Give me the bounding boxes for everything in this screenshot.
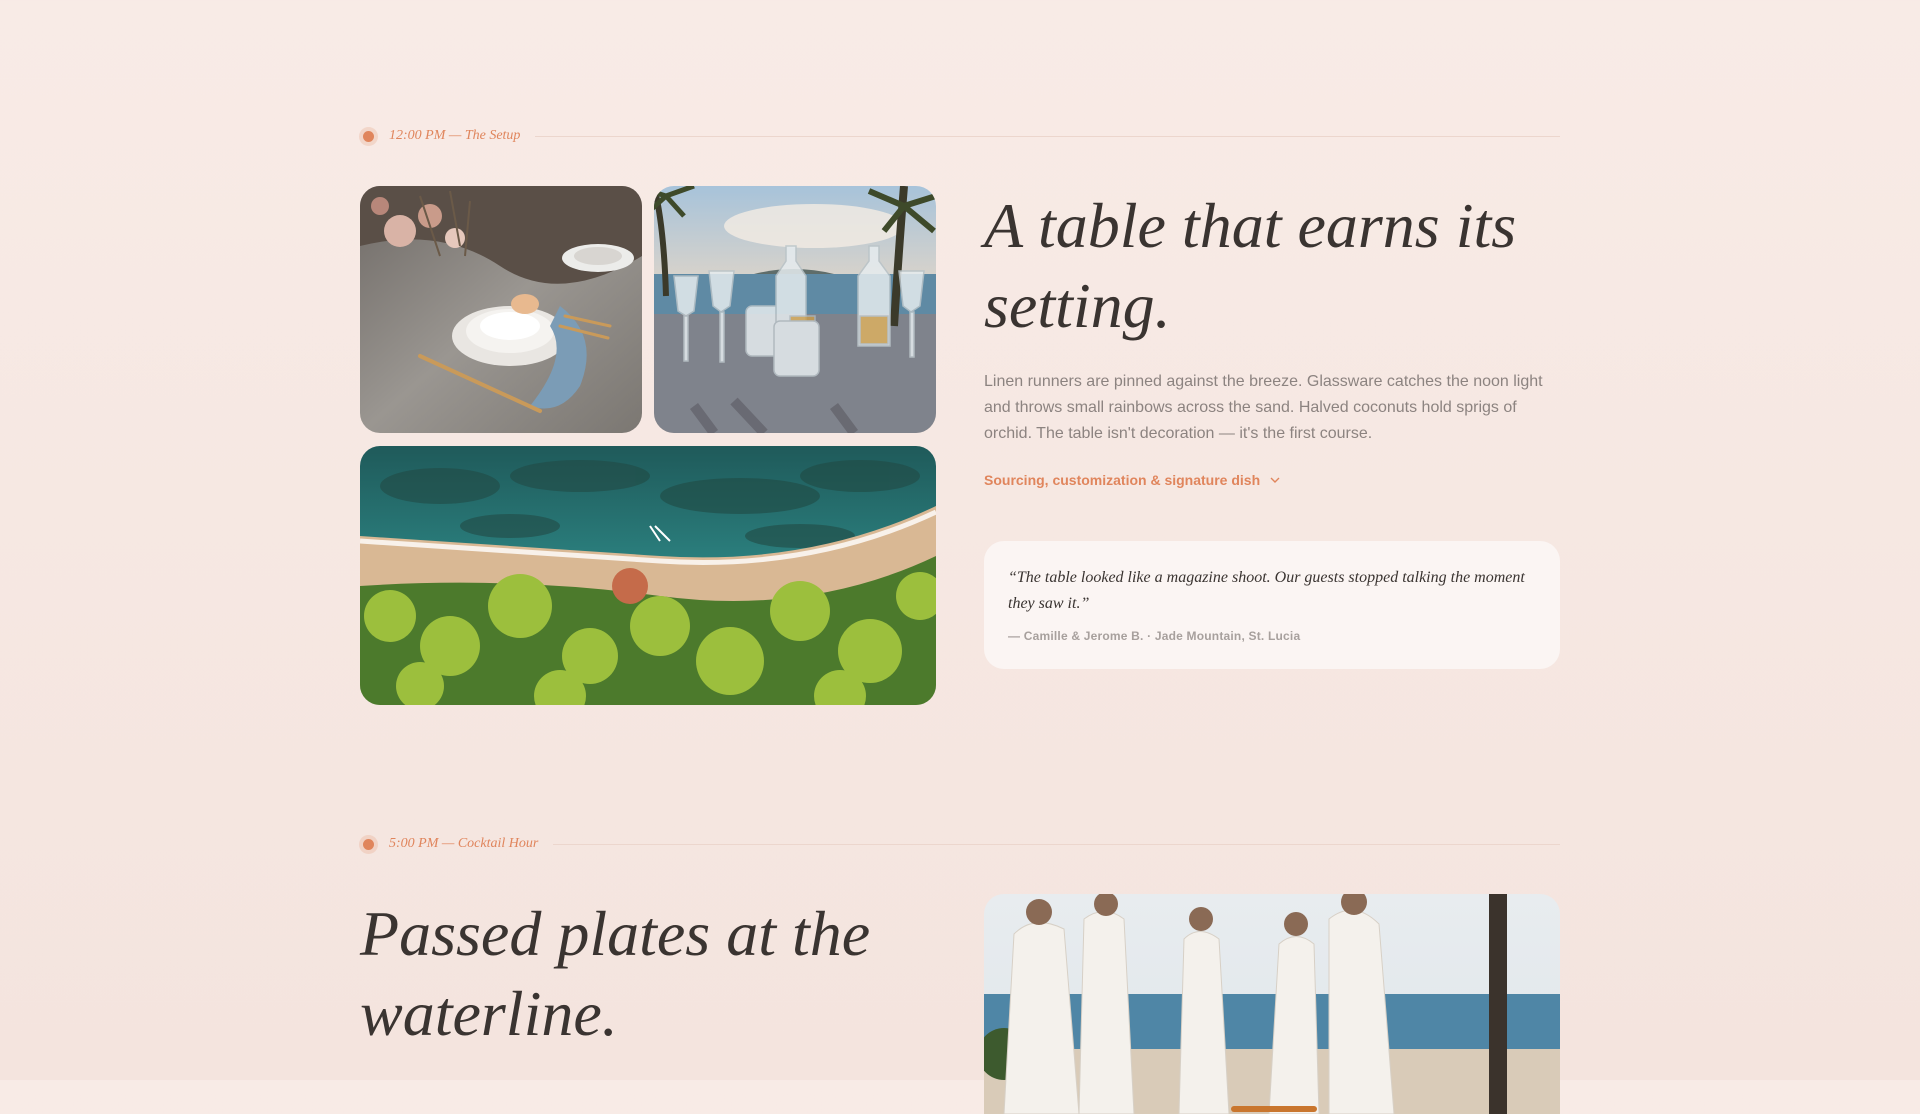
cocktail-headline-line-2: waterline. xyxy=(360,978,618,1049)
cocktail-guests-photo xyxy=(984,894,1560,1114)
cocktail-section: 5:00 PM — Cocktail Hour Passed plates at… xyxy=(360,0,1560,1114)
timeline-marker: 5:00 PM — Cocktail Hour xyxy=(360,834,1560,854)
time-label: 5:00 PM — Cocktail Hour xyxy=(389,836,539,851)
cocktail-headline-line-1: Passed plates at the xyxy=(360,898,871,969)
cocktail-headline: Passed plates at the waterline. xyxy=(360,894,936,1054)
timeline-dot xyxy=(363,838,374,850)
timeline-divider xyxy=(553,843,1560,845)
